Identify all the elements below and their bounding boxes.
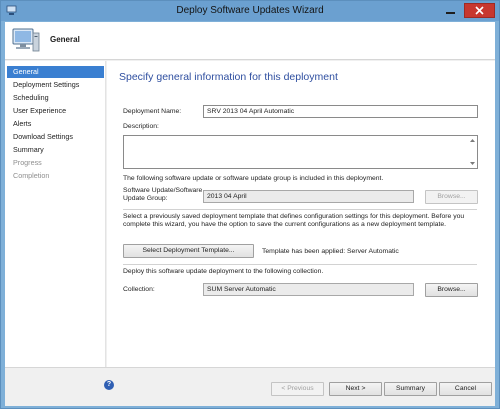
deployment-name-label: Deployment Name: bbox=[123, 108, 182, 115]
nav-item-completion: Completion bbox=[13, 171, 50, 180]
nav-item-deployment-settings[interactable]: Deployment Settings bbox=[7, 79, 104, 91]
collection-info: Deploy this software update deployment t… bbox=[123, 268, 324, 275]
browse-update-group-button: Browse... bbox=[425, 190, 478, 204]
window-title: Deploy Software Updates Wizard bbox=[176, 5, 324, 16]
wizard-content: Specify general information for this dep… bbox=[107, 61, 495, 367]
header-title: General bbox=[50, 35, 80, 44]
wizard-client: General General Deployment Settings Sche… bbox=[5, 22, 495, 406]
template-info: Select a previously saved deployment tem… bbox=[123, 213, 465, 228]
scroll-down-icon bbox=[470, 162, 475, 165]
close-button[interactable] bbox=[464, 3, 495, 18]
nav-item-user-experience[interactable]: User Experience bbox=[7, 105, 104, 117]
cancel-button[interactable]: Cancel bbox=[439, 382, 492, 396]
template-applied-text: Template has been applied: Server Automa… bbox=[262, 248, 399, 255]
computer-monitor-icon bbox=[12, 28, 40, 52]
minimize-button[interactable] bbox=[441, 3, 460, 18]
nav-item-alerts[interactable]: Alerts bbox=[7, 118, 104, 130]
update-group-field: 2013 04 April bbox=[203, 190, 414, 203]
description-label: Description: bbox=[123, 123, 159, 130]
description-scroll-up[interactable] bbox=[468, 136, 477, 145]
help-icon[interactable]: ? bbox=[104, 380, 114, 390]
title-bar[interactable]: Deploy Software Updates Wizard bbox=[1, 1, 499, 21]
close-icon bbox=[475, 6, 484, 15]
description-scroll-down[interactable] bbox=[468, 159, 477, 168]
nav-item-scheduling[interactable]: Scheduling bbox=[7, 92, 104, 104]
collection-label: Collection: bbox=[123, 286, 155, 293]
nav-item-progress: Progress bbox=[13, 158, 42, 167]
separator-2 bbox=[123, 264, 477, 265]
nav-item-summary[interactable]: Summary bbox=[7, 144, 104, 156]
browse-collection-button[interactable]: Browse... bbox=[425, 283, 478, 297]
description-textarea[interactable] bbox=[123, 135, 478, 169]
wizard-window: Deploy Software Updates Wizard General G… bbox=[0, 0, 500, 409]
footer-separator bbox=[5, 367, 495, 368]
page-heading: Specify general information for this dep… bbox=[119, 71, 338, 83]
nav-item-download-settings[interactable]: Download Settings bbox=[7, 131, 104, 143]
select-template-button[interactable]: Select Deployment Template... bbox=[123, 244, 254, 258]
deployment-name-input[interactable]: SRV 2013 04 April Automatic bbox=[203, 105, 478, 118]
update-group-info: The following software update or softwar… bbox=[123, 175, 384, 182]
scroll-up-icon bbox=[470, 139, 475, 142]
minimize-icon bbox=[446, 12, 455, 14]
next-button[interactable]: Next > bbox=[329, 382, 382, 396]
separator-1 bbox=[123, 209, 477, 210]
wizard-header: General bbox=[5, 22, 495, 60]
collection-field: SUM Server Automatic bbox=[203, 283, 414, 296]
previous-button: < Previous bbox=[271, 382, 324, 396]
wizard-nav: General Deployment Settings Scheduling U… bbox=[5, 61, 106, 367]
update-group-label: Software Update/Software Update Group: bbox=[123, 187, 203, 202]
nav-item-general[interactable]: General bbox=[7, 66, 104, 78]
summary-button[interactable]: Summary bbox=[384, 382, 437, 396]
